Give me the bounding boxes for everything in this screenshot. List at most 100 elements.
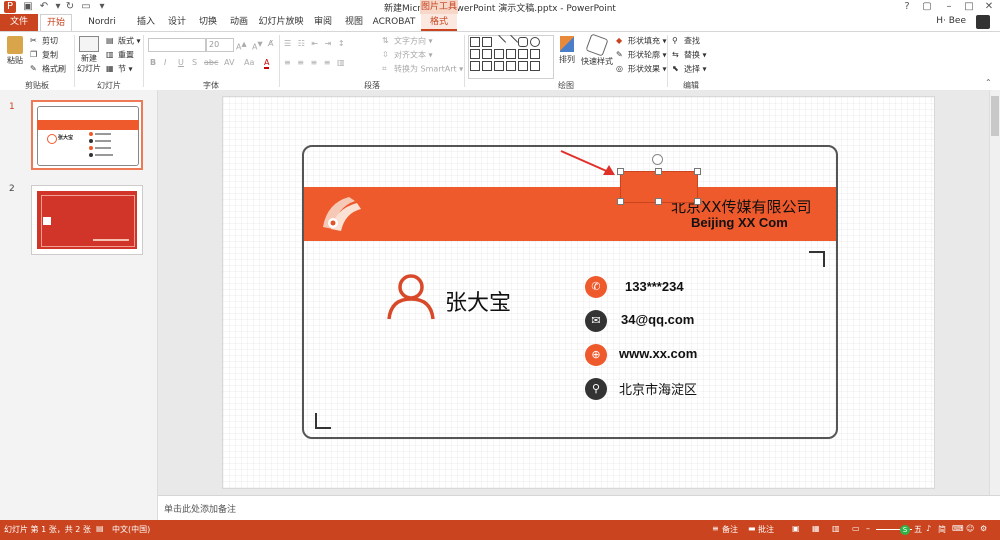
tab-format[interactable]: 格式: [421, 14, 457, 31]
curve-shape-icon[interactable]: [530, 49, 540, 59]
char-spacing-button[interactable]: AV: [224, 58, 234, 68]
slide-thumbnail-2[interactable]: [31, 185, 143, 255]
format-painter-button[interactable]: ✎ 格式刷: [30, 64, 66, 75]
quick-styles-button[interactable]: 快速样式: [580, 33, 614, 67]
reset-button[interactable]: ▥ 重置: [106, 50, 134, 61]
globe-icon[interactable]: ⊕: [585, 344, 607, 366]
star5-shape-icon[interactable]: [506, 61, 516, 71]
phone-icon[interactable]: ✆: [585, 276, 607, 298]
scrollbar-thumb[interactable]: [991, 96, 999, 136]
spellcheck-icon[interactable]: ▤: [96, 524, 104, 533]
keyboard-icon[interactable]: ⌨: [952, 524, 964, 533]
shadow-button[interactable]: S: [192, 58, 197, 68]
company-logo-icon[interactable]: [319, 193, 365, 235]
right-arrow-shape-icon[interactable]: [494, 49, 504, 59]
textbox-shape-icon[interactable]: [470, 37, 480, 47]
resize-handle[interactable]: [617, 198, 624, 205]
address[interactable]: 北京市海淀区: [619, 379, 697, 398]
font-color-button[interactable]: A: [264, 58, 270, 69]
bold-button[interactable]: B: [150, 58, 156, 68]
tab-insert[interactable]: 插入: [133, 14, 159, 31]
comments-toggle[interactable]: 批注: [758, 524, 774, 535]
mail-icon[interactable]: ✉: [585, 310, 607, 332]
wave-shape-icon[interactable]: [518, 61, 528, 71]
ime-mode[interactable]: 五: [914, 524, 922, 535]
arrow-shape-icon[interactable]: [503, 34, 519, 50]
language-indicator[interactable]: 中文(中国): [112, 524, 150, 535]
strikethrough-button[interactable]: abc: [204, 58, 218, 68]
comments-icon[interactable]: ▬: [748, 524, 756, 533]
vertical-scrollbar[interactable]: [989, 90, 1000, 495]
card-border[interactable]: [302, 145, 838, 439]
resize-handle[interactable]: [655, 198, 662, 205]
tab-animations[interactable]: 动画: [226, 14, 252, 31]
copy-button[interactable]: ❐ 复制: [30, 50, 58, 61]
triangle-shape-icon[interactable]: [470, 49, 480, 59]
paste-button[interactable]: 粘贴: [4, 36, 26, 66]
section-button[interactable]: ▦ 节 ▾: [106, 64, 133, 75]
tab-transitions[interactable]: 切换: [195, 14, 221, 31]
help-button[interactable]: ?: [898, 0, 916, 14]
tab-design[interactable]: 设计: [164, 14, 190, 31]
shape-outline-button[interactable]: ✎ 形状轮廓 ▾: [616, 50, 667, 61]
location-icon[interactable]: ⚲: [585, 378, 607, 400]
company-name-en[interactable]: Beijing XX Com: [691, 215, 788, 230]
close-button[interactable]: ✕: [980, 0, 998, 14]
brace-shape-icon[interactable]: [482, 61, 492, 71]
normal-view-icon[interactable]: ▣: [792, 524, 800, 533]
tab-nordri-tools[interactable]: Nordri Tools: [76, 14, 128, 44]
slide-sorter-icon[interactable]: ▦: [812, 524, 820, 533]
tab-view[interactable]: 视图: [341, 14, 367, 31]
ime-symbol[interactable]: ♪: [926, 524, 931, 533]
tab-review[interactable]: 审阅: [310, 14, 336, 31]
smartart-button[interactable]: ⌗ 转换为 SmartArt ▾: [382, 64, 463, 75]
tab-home[interactable]: 开始: [40, 14, 72, 31]
find-button[interactable]: ⚲ 查找: [672, 36, 700, 47]
italic-button[interactable]: I: [164, 58, 166, 68]
shape-fill-button[interactable]: ◆ 形状填充 ▾: [616, 36, 667, 47]
change-case-button[interactable]: Aa: [244, 58, 254, 68]
website-url[interactable]: www.xx.com: [619, 346, 697, 361]
new-slide-button[interactable]: 新建 幻灯片: [76, 36, 102, 74]
person-name[interactable]: 张大宝: [445, 285, 511, 317]
underline-button[interactable]: U: [178, 58, 184, 68]
notes-toggle-icon[interactable]: ≡: [712, 524, 719, 533]
minimize-button[interactable]: –: [940, 0, 958, 14]
ime-simplified[interactable]: 简: [938, 524, 946, 535]
email-address[interactable]: 34@qq.com: [621, 312, 694, 327]
align-text-button[interactable]: ⇳ 对齐文本 ▾: [382, 50, 433, 61]
layout-button[interactable]: ▤ 版式 ▾: [106, 36, 141, 47]
more-shapes-icon[interactable]: [530, 61, 540, 71]
rt-triangle-shape-icon[interactable]: [482, 49, 492, 59]
font-size-combo[interactable]: 20: [206, 38, 234, 52]
notes-toggle[interactable]: 备注: [722, 524, 738, 535]
collapse-ribbon-icon[interactable]: ⌃: [985, 78, 992, 87]
slideshow-view-icon[interactable]: ▭: [852, 524, 860, 533]
zoom-thumb-icon[interactable]: S: [900, 525, 910, 535]
rectangle-shape-icon[interactable]: [482, 37, 492, 47]
text-direction-button[interactable]: ⇅ 文字方向 ▾: [382, 36, 433, 47]
shapes-gallery[interactable]: [468, 34, 554, 79]
freeform-shape-icon[interactable]: [470, 61, 480, 71]
user-name[interactable]: H· Bee: [936, 16, 966, 26]
user-icon[interactable]: ☺: [966, 524, 974, 533]
grow-font-button[interactable]: A▲: [236, 39, 247, 53]
replace-button[interactable]: ⇆ 替换 ▾: [672, 50, 707, 61]
star-shape-icon[interactable]: [518, 49, 528, 59]
down-arrow-shape-icon[interactable]: [506, 49, 516, 59]
zoom-out-icon[interactable]: –: [866, 524, 870, 533]
tab-file[interactable]: 文件: [0, 14, 38, 31]
clear-format-button[interactable]: A̸: [268, 39, 273, 49]
alignment-buttons[interactable]: ≡ ≡ ≡ ≡ ▥: [284, 58, 347, 68]
resize-handle[interactable]: [694, 168, 701, 175]
tab-acrobat[interactable]: ACROBAT: [372, 14, 416, 31]
arrange-button[interactable]: 排列: [556, 36, 578, 65]
settings-icon[interactable]: ⚙: [980, 524, 987, 533]
shape-effects-button[interactable]: ◎ 形状效果 ▾: [616, 64, 667, 75]
slide-thumbnail-1[interactable]: 张大宝: [31, 100, 143, 170]
notes-pane[interactable]: 单击此处添加备注: [158, 495, 1000, 520]
rotate-handle-icon[interactable]: [652, 154, 663, 165]
cut-button[interactable]: ✂ 剪切: [30, 36, 58, 47]
avatar[interactable]: [976, 15, 990, 29]
rounded-rect-shape-icon[interactable]: [518, 37, 528, 47]
